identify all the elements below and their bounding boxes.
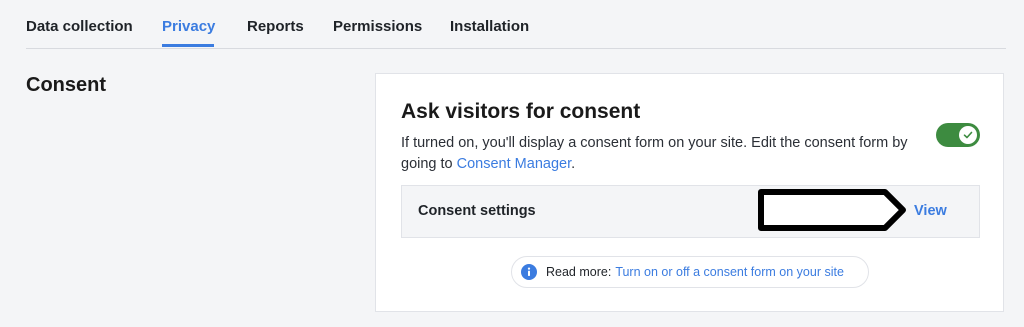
tab-installation[interactable]: Installation — [450, 18, 529, 35]
read-more-pill: Read more: Turn on or off a consent form… — [511, 256, 869, 288]
view-button[interactable]: View — [914, 203, 947, 219]
tab-data-collection[interactable]: Data collection — [26, 18, 133, 35]
card-title: Ask visitors for consent — [401, 100, 641, 123]
tab-bar: Data collection Privacy Reports Permissi… — [26, 0, 1006, 49]
tab-reports[interactable]: Reports — [247, 18, 304, 35]
consent-toggle[interactable] — [936, 123, 980, 147]
toggle-knob — [959, 126, 977, 144]
consent-card: Ask visitors for consent If turned on, y… — [375, 73, 1004, 312]
read-more-link[interactable]: Turn on or off a consent form on your si… — [615, 265, 844, 279]
active-tab-indicator — [162, 44, 214, 47]
description-suffix: . — [571, 156, 576, 172]
tab-permissions[interactable]: Permissions — [333, 18, 422, 35]
section-title: Consent — [26, 74, 106, 96]
card-description: If turned on, you'll display a consent f… — [401, 133, 931, 175]
info-icon — [521, 264, 537, 280]
read-more-label: Read more: — [546, 265, 612, 279]
consent-settings-label: Consent settings — [418, 203, 536, 219]
consent-settings-row: Consent settings View — [401, 185, 980, 238]
checkmark-icon — [963, 131, 973, 139]
tab-privacy[interactable]: Privacy — [162, 18, 215, 35]
redaction-mark — [758, 189, 906, 231]
consent-manager-link[interactable]: Consent Manager — [457, 156, 571, 172]
